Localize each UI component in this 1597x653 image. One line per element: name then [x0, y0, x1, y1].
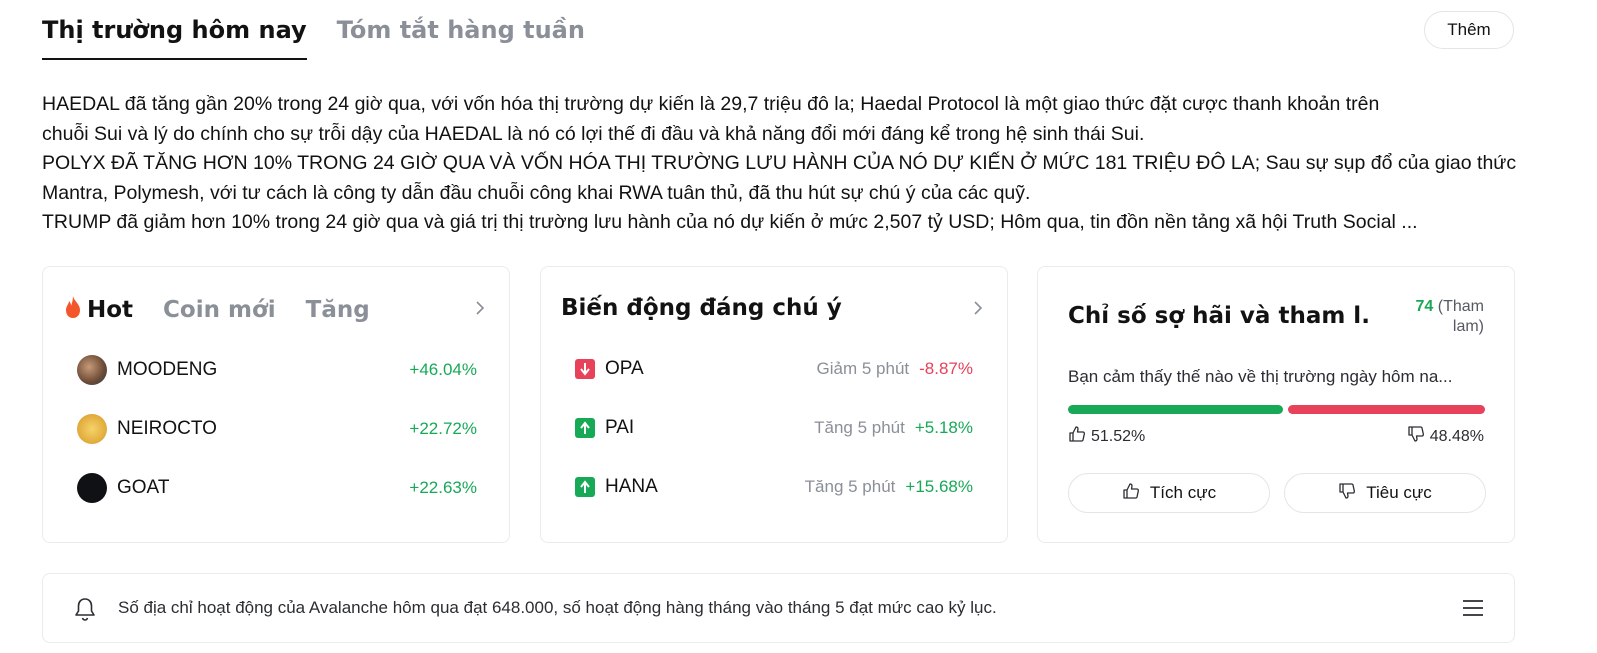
bell-icon: [73, 596, 97, 627]
news-text[interactable]: Số địa chỉ hoạt động của Avalanche hôm q…: [118, 598, 997, 618]
mover-row[interactable]: HANA Tăng 5 phút +15.68%: [575, 472, 973, 502]
bearish-pct: 48.48%: [1429, 427, 1484, 445]
mover-row[interactable]: PAI Tăng 5 phút +5.18%: [575, 413, 973, 443]
coin-change: +22.63%: [409, 478, 477, 497]
bullish-button[interactable]: Tích cực: [1068, 473, 1270, 513]
hot-coins-card: Hot Coin mới Tăng MOODENG +46.04% NEIROC…: [42, 266, 510, 543]
coin-name: MOODENG: [117, 359, 218, 380]
market-tabs: Thị trường hôm nay Tóm tắt hàng tuần: [42, 10, 585, 60]
mover-period: Giảm 5 phút: [816, 359, 910, 378]
mover-name: OPA: [605, 358, 644, 379]
mover-change: +5.18%: [914, 418, 973, 437]
coin-avatar: [77, 414, 107, 444]
coin-name: NEIROCTO: [117, 418, 217, 439]
mover-period: Tăng 5 phút: [814, 418, 905, 437]
mover-name: PAI: [605, 417, 635, 438]
notable-movers-card: Biến động đáng chú ý OPA Giảm 5 phút -8.…: [540, 266, 1008, 543]
coin-avatar: [77, 355, 107, 385]
bearish-button[interactable]: Tiêu cực: [1284, 473, 1486, 513]
summary-line: chuỗi Sui và lý do chính cho sự trỗi dậy…: [42, 122, 1145, 145]
thumbs-down-icon: [1338, 482, 1356, 505]
bullish-stat: 51.52%: [1068, 425, 1145, 448]
summary-line: Mantra, Polymesh, với tư cách là công ty…: [42, 181, 1031, 204]
mover-period: Tăng 5 phút: [804, 477, 896, 496]
summary-line: TRUMP đã giảm hơn 10% trong 24 giờ qua v…: [42, 211, 1418, 233]
tab-gainers[interactable]: Tăng: [306, 297, 370, 323]
fear-greed-label-cont: lam): [1452, 318, 1484, 335]
coin-change: +46.04%: [409, 360, 477, 379]
bullish-button-label: Tích cực: [1149, 483, 1217, 502]
arrow-up-icon: [575, 477, 595, 497]
market-summary: HAEDAL đã tăng gần 20% trong 24 giờ qua,…: [42, 90, 1522, 238]
fear-greed-label: (Tham: [1437, 298, 1484, 315]
chevron-right-icon[interactable]: [473, 301, 487, 315]
coin-row[interactable]: NEIROCTO +22.72%: [77, 414, 477, 444]
fear-greed-card: Chỉ số sợ hãi và tham l... 74 (Tham lam)…: [1037, 266, 1515, 543]
coin-row[interactable]: GOAT +22.63%: [77, 473, 477, 503]
summary-line: HAEDAL đã tăng gần 20% trong 24 giờ qua,…: [42, 93, 1380, 115]
fear-greed-title: Chỉ số sợ hãi và tham l...: [1068, 303, 1368, 329]
tab-weekly-summary[interactable]: Tóm tắt hàng tuần: [337, 10, 585, 60]
bullish-bar: [1068, 405, 1283, 414]
thumbs-up-icon: [1068, 425, 1086, 448]
tab-hot-label: Hot: [87, 297, 134, 323]
tab-hot[interactable]: Hot: [63, 295, 133, 325]
bearish-bar: [1287, 405, 1485, 414]
sentiment-bar: [1068, 405, 1485, 414]
bullish-pct: 51.52%: [1091, 427, 1146, 445]
coin-avatar: [77, 473, 107, 503]
mover-row[interactable]: OPA Giảm 5 phút -8.87%: [575, 354, 973, 384]
news-ticker: Số địa chỉ hoạt động của Avalanche hôm q…: [42, 573, 1515, 643]
mover-name: HANA: [605, 476, 658, 497]
coin-name: GOAT: [117, 477, 170, 498]
thumbs-down-icon: [1407, 425, 1425, 448]
more-button[interactable]: Thêm: [1424, 11, 1514, 49]
bearish-stat: 48.48%: [1407, 425, 1484, 448]
coin-row[interactable]: MOODENG +46.04%: [77, 355, 477, 385]
sentiment-question: Bạn cảm thấy thế nào về thị trường ngày …: [1068, 367, 1453, 386]
bearish-button-label: Tiêu cực: [1366, 483, 1432, 502]
mover-change: +15.68%: [905, 477, 973, 496]
menu-icon[interactable]: [1462, 598, 1484, 623]
hot-card-tabs: Hot Coin mới Tăng: [63, 295, 370, 325]
tab-market-today[interactable]: Thị trường hôm nay: [42, 10, 307, 60]
fear-greed-value: 74: [1415, 298, 1434, 315]
movers-title: Biến động đáng chú ý: [561, 295, 842, 321]
chevron-right-icon[interactable]: [971, 301, 985, 315]
coin-change: +22.72%: [409, 419, 477, 438]
flame-icon: [63, 295, 83, 325]
thumbs-up-icon: [1122, 482, 1140, 505]
arrow-down-icon: [575, 359, 595, 379]
fear-greed-score: 74 (Tham lam): [1416, 297, 1484, 337]
tab-new-coins[interactable]: Coin mới: [163, 297, 276, 323]
mover-change: -8.87%: [919, 359, 973, 378]
summary-line: POLYX ĐÃ TĂNG HƠN 10% TRONG 24 GIỜ QUA V…: [42, 152, 1517, 174]
arrow-up-icon: [575, 418, 595, 438]
